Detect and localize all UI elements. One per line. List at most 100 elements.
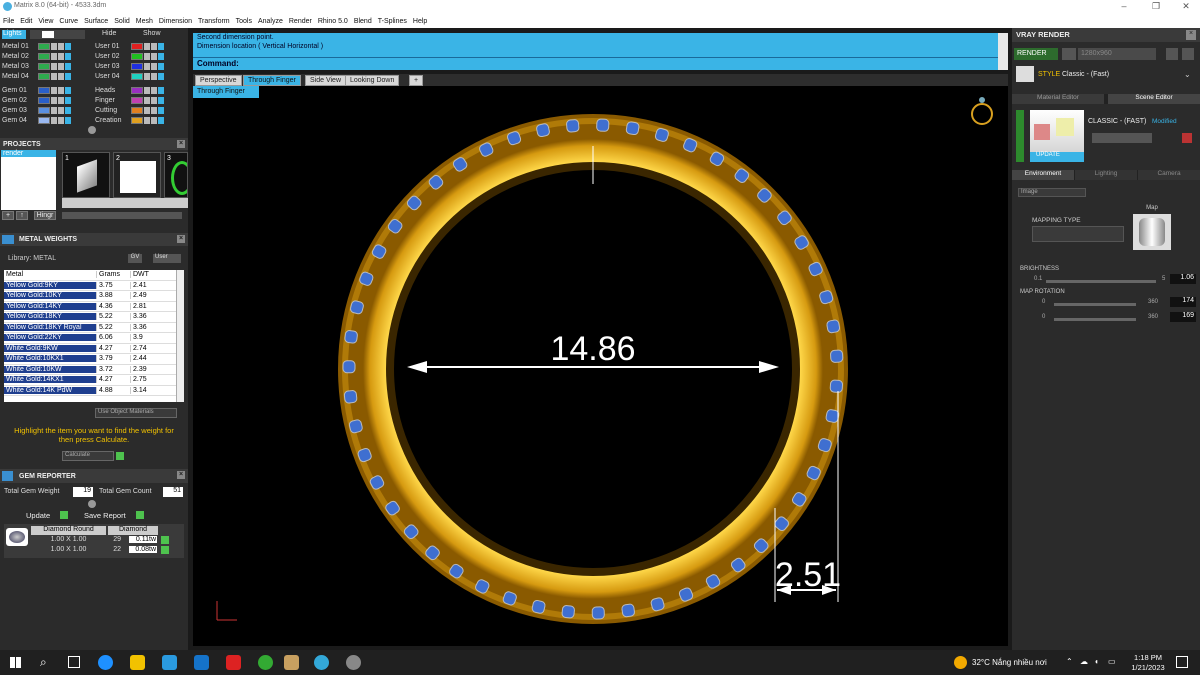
layer-lock-icon[interactable] <box>51 53 57 60</box>
layer-color-swatch[interactable] <box>38 63 50 70</box>
menu-item[interactable]: Curve <box>59 18 78 25</box>
menu-item[interactable]: Solid <box>114 18 130 25</box>
layer-color-swatch[interactable] <box>131 97 143 104</box>
gem-row[interactable]: 1.00 X 1.00 22 0.08tw <box>31 546 171 555</box>
layer-color-swatch[interactable] <box>38 107 50 114</box>
layer-row[interactable]: Metal 01 <box>2 42 71 51</box>
layer-toggle-icon[interactable] <box>158 73 164 80</box>
layer-lock-icon[interactable] <box>144 117 150 124</box>
layer-lock-icon[interactable] <box>51 73 57 80</box>
minimize-icon[interactable]: – <box>1118 1 1130 11</box>
layer-color-swatch[interactable] <box>38 43 50 50</box>
folder-icon[interactable] <box>1166 48 1178 60</box>
layer-toggle-icon[interactable] <box>158 53 164 60</box>
layer-visible-icon[interactable] <box>151 117 157 124</box>
layer-color-swatch[interactable] <box>131 117 143 124</box>
layer-lock-icon[interactable] <box>51 87 57 94</box>
app-blue-icon[interactable] <box>314 655 329 670</box>
layer-lock-icon[interactable] <box>144 87 150 94</box>
layer-color-swatch[interactable] <box>131 87 143 94</box>
table-row[interactable]: Yellow Gold:18KY Royal 5.22 3.36 <box>4 322 184 333</box>
layer-row[interactable]: User 02 <box>95 52 164 61</box>
layer-toggle-icon[interactable] <box>65 43 71 50</box>
library-gv-button[interactable]: GV <box>128 254 142 263</box>
update-button[interactable]: UPDATE <box>1030 152 1084 162</box>
resolution-field[interactable]: 1280x960 <box>1078 48 1156 60</box>
gem-row[interactable]: 1.00 X 1.00 29 0.11tw <box>31 536 171 545</box>
delete-icon[interactable] <box>1182 133 1192 143</box>
layer-toggle-icon[interactable] <box>65 53 71 60</box>
notification-icon[interactable] <box>1176 656 1188 668</box>
restore-icon[interactable]: ❐ <box>1150 1 1162 12</box>
brightness-slider[interactable] <box>1046 280 1156 283</box>
layer-row[interactable]: User 04 <box>95 72 164 81</box>
layer-toggle-icon[interactable] <box>158 107 164 114</box>
layer-lock-icon[interactable] <box>51 43 57 50</box>
layer-toggle-icon[interactable] <box>158 117 164 124</box>
weather-text[interactable]: 32°C Nắng nhiều nơi <box>972 658 1047 667</box>
layer-visible-icon[interactable] <box>151 97 157 104</box>
lights-button[interactable]: Lights <box>2 30 26 39</box>
matrix-app-icon[interactable] <box>284 655 299 670</box>
layer-row[interactable]: Metal 02 <box>2 52 71 61</box>
tray-chevron-icon[interactable]: ⌃ <box>1066 657 1073 666</box>
tab-through-finger[interactable]: Through Finger <box>243 75 301 86</box>
close-icon[interactable]: × <box>1186 30 1196 40</box>
grid-icon[interactable] <box>1182 48 1194 60</box>
chrome-icon[interactable] <box>258 655 273 670</box>
weather-icon[interactable] <box>954 656 967 669</box>
layer-color-swatch[interactable] <box>131 107 143 114</box>
store-icon[interactable] <box>162 655 177 670</box>
table-row[interactable]: White Gold:14KX1 4.27 2.75 <box>4 375 184 386</box>
close-icon[interactable]: ✕ <box>1180 1 1192 12</box>
menu-item[interactable]: File <box>3 18 14 25</box>
tab-lighting[interactable]: Lighting <box>1075 170 1137 180</box>
layer-lock-icon[interactable] <box>144 73 150 80</box>
environment-select[interactable]: Image <box>1018 188 1086 197</box>
layer-toggle-icon[interactable] <box>65 97 71 104</box>
layer-row[interactable]: Gem 01 <box>2 86 71 95</box>
layer-lock-icon[interactable] <box>144 97 150 104</box>
layer-color-swatch[interactable] <box>131 63 143 70</box>
layer-toggle-icon[interactable] <box>65 73 71 80</box>
gem-go-icon[interactable] <box>161 536 169 544</box>
save-report-button[interactable]: Save Report <box>84 511 126 520</box>
calculate-field[interactable]: Calculate <box>62 451 114 461</box>
menu-item[interactable]: Help <box>413 18 427 25</box>
layer-row[interactable]: Metal 04 <box>2 72 71 81</box>
layer-visible-icon[interactable] <box>58 53 64 60</box>
layer-visible-icon[interactable] <box>58 117 64 124</box>
project-thumb-2[interactable]: 2 <box>113 152 161 198</box>
layer-lock-icon[interactable] <box>51 63 57 70</box>
collapse-icon[interactable] <box>88 126 96 134</box>
use-object-materials[interactable]: Use Object Materials <box>95 408 177 418</box>
layer-color-swatch[interactable] <box>38 117 50 124</box>
library-user-button[interactable]: User <box>153 254 181 263</box>
layer-row[interactable]: User 03 <box>95 62 164 71</box>
calculate-button[interactable] <box>116 452 124 460</box>
table-row[interactable]: Yellow Gold:22KY 6.06 3.9 <box>4 333 184 344</box>
layer-row[interactable]: Cutting <box>95 106 164 115</box>
table-row[interactable]: White Gold:10KW 3.72 2.39 <box>4 364 184 375</box>
layer-visible-icon[interactable] <box>151 53 157 60</box>
close-icon[interactable]: × <box>177 471 185 479</box>
render-button[interactable]: RENDER <box>1014 48 1058 60</box>
menu-item[interactable]: Transform <box>198 18 230 25</box>
layer-visible-icon[interactable] <box>58 73 64 80</box>
projects-scrollbar[interactable] <box>62 212 182 219</box>
windows-start-icon[interactable] <box>10 657 21 668</box>
table-row[interactable]: White Gold:14K PdW 4.88 3.14 <box>4 385 184 396</box>
layer-color-swatch[interactable] <box>38 87 50 94</box>
clock-time[interactable]: 1:18 PM <box>1131 653 1165 662</box>
tab-environment[interactable]: Environment <box>1012 170 1074 180</box>
projects-list[interactable]: render <box>1 150 56 210</box>
layer-toggle-icon[interactable] <box>65 117 71 124</box>
layer-color-swatch[interactable] <box>131 53 143 60</box>
layer-lock-icon[interactable] <box>51 117 57 124</box>
layer-toggle-icon[interactable] <box>65 87 71 94</box>
hide-button[interactable]: Hide <box>102 30 122 39</box>
table-row[interactable]: White Gold:9KW 4.27 2.74 <box>4 343 184 354</box>
layer-color-swatch[interactable] <box>38 73 50 80</box>
table-row[interactable]: Yellow Gold:18KY 5.22 3.36 <box>4 312 184 323</box>
mapping-type-buttons[interactable] <box>1032 226 1124 242</box>
